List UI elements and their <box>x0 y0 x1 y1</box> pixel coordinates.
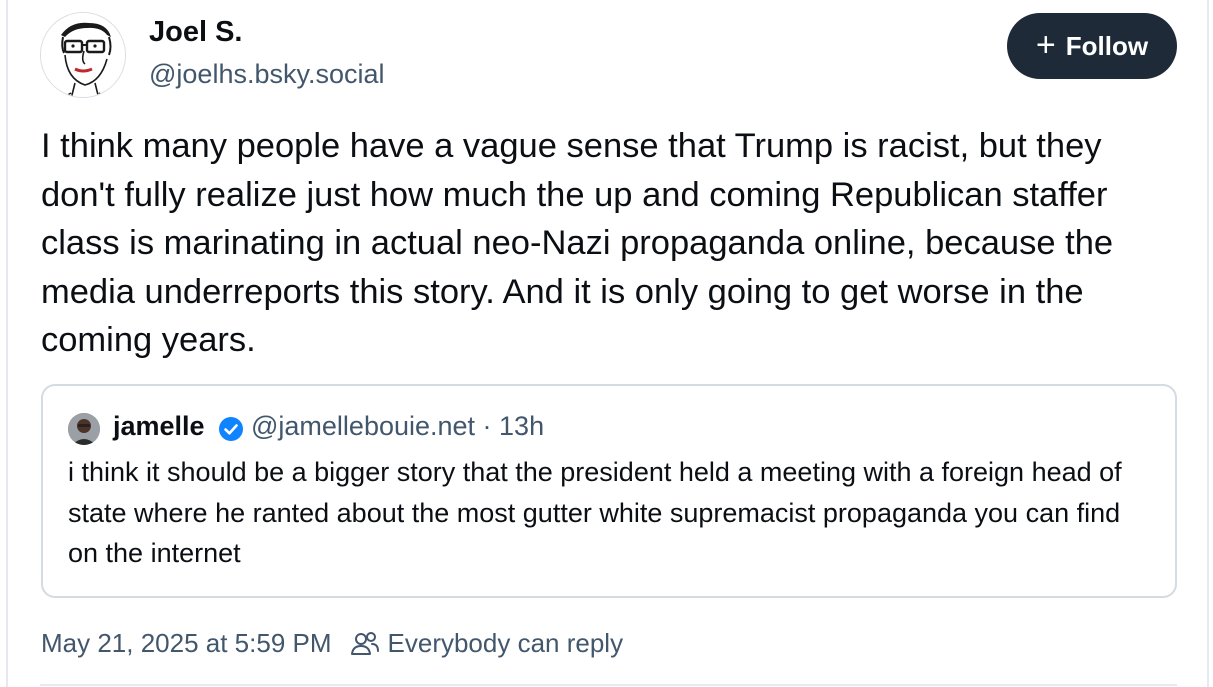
people-icon <box>350 631 379 655</box>
plus-icon: + <box>1035 25 1056 64</box>
verified-check-icon <box>219 417 243 441</box>
quoted-author-avatar[interactable] <box>68 413 100 445</box>
quoted-author-avatar-image <box>68 413 100 445</box>
sketch-face-avatar-icon <box>41 13 125 97</box>
left-border <box>6 0 8 687</box>
author-avatar[interactable] <box>40 12 126 98</box>
quoted-handle-and-time: @jamellebouie.net · 13h <box>251 411 545 441</box>
quoted-post-text: i think it should be a bigger story that… <box>68 457 1122 568</box>
author-name[interactable]: Joel S. <box>149 16 243 49</box>
follow-button-label: Follow <box>1065 30 1149 61</box>
divider <box>40 684 1177 686</box>
post-footer: May 21, 2025 at 5:59 PM Everybody can re… <box>41 628 623 659</box>
right-border <box>1207 0 1209 687</box>
author-handle[interactable]: @joelhs.bsky.social <box>149 59 385 90</box>
post-timestamp[interactable]: May 21, 2025 at 5:59 PM <box>41 628 332 659</box>
follow-button[interactable]: + Follow <box>1007 13 1177 79</box>
reply-setting-label[interactable]: Everybody can reply <box>388 628 624 659</box>
quoted-author-name[interactable]: jamelle <box>113 411 205 442</box>
post-text: I think many people have a vague sense t… <box>41 127 1114 359</box>
quoted-post-card[interactable]: jamelle @jamellebouie.net · 13h i think … <box>41 384 1177 598</box>
post-thread-item: Joel S. @joelhs.bsky.social + Follow I t… <box>40 0 1180 687</box>
